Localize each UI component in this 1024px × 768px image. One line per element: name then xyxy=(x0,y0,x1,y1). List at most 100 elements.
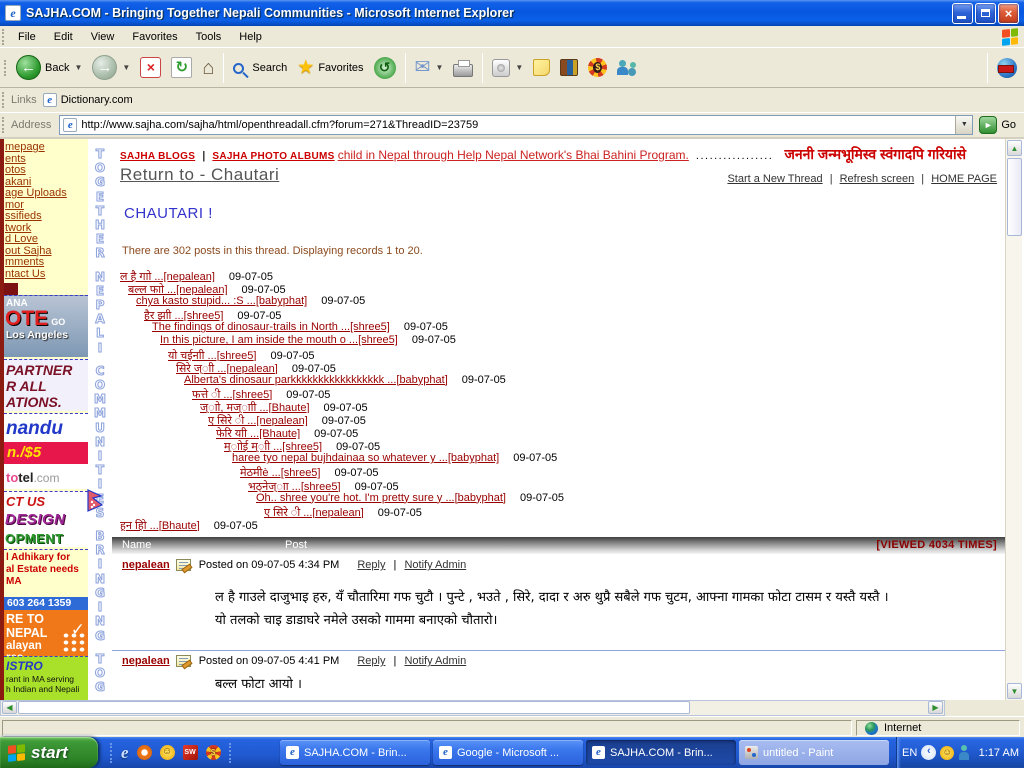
scroll-right-button[interactable]: ▶ xyxy=(928,701,943,714)
thread-link[interactable]: भठ्नेज्ाा ...[shree5] xyxy=(248,481,341,492)
taskbar-task-ie[interactable]: eSAJHA.COM - Brin... xyxy=(280,740,430,765)
quicklaunch-sw-icon[interactable]: SW xyxy=(183,745,198,760)
menu-edit[interactable]: Edit xyxy=(45,29,82,45)
sidebar-link[interactable]: ssifieds xyxy=(5,211,88,223)
thread-link[interactable]: यो चईनाी ...[shree5] xyxy=(168,350,256,361)
sidebar-link[interactable]: mments xyxy=(5,257,88,269)
casino-toolbar-button[interactable] xyxy=(583,55,612,80)
thread-link[interactable]: फत्ते ी ...[shree5] xyxy=(192,389,272,400)
reply-link[interactable]: Reply xyxy=(357,559,385,571)
taskbar-task-ie[interactable]: eSAJHA.COM - Brin... xyxy=(586,740,736,765)
quicklaunch-ie-icon[interactable]: e xyxy=(121,743,129,763)
home-page-link[interactable]: HOME PAGE xyxy=(931,173,997,185)
address-input[interactable]: e http://www.sajha.com/sajha/html/openth… xyxy=(59,115,973,135)
acrobat-button[interactable] xyxy=(992,55,1022,81)
research-button[interactable] xyxy=(555,56,583,79)
notify-admin-link[interactable]: Notify Admin xyxy=(404,559,466,571)
thread-link[interactable]: ज्ाो, मज्ााी ...[Bhaute] xyxy=(200,402,310,413)
ad-kathmandu-hotel[interactable]: nandu n./$5 totel.com xyxy=(4,413,88,489)
print-button[interactable] xyxy=(448,56,478,80)
close-button[interactable]: × xyxy=(998,3,1019,24)
address-dropdown-button[interactable]: ▼ xyxy=(955,116,972,134)
sidebar-link[interactable]: mepage xyxy=(5,142,88,154)
taskbar-task-ie[interactable]: eGoogle - Microsoft ... xyxy=(433,740,583,765)
vertical-scroll-thumb[interactable] xyxy=(1007,158,1022,236)
sajha-photo-albums-link[interactable]: SAJHA PHOTO ALBUMS xyxy=(212,151,334,162)
language-indicator[interactable]: EN xyxy=(902,747,917,759)
restore-button[interactable] xyxy=(975,3,996,24)
ad-bistro-restaurant[interactable]: ISTRO rant in MA serving h Indian and Ne… xyxy=(4,656,88,700)
menu-help[interactable]: Help xyxy=(230,29,271,45)
post-author-link[interactable]: nepalean xyxy=(122,559,170,571)
edit-notes-button[interactable] xyxy=(528,56,555,79)
thread-link[interactable]: The findings of dinosaur-trails in North… xyxy=(152,321,390,333)
quicklaunch-media-icon[interactable] xyxy=(137,745,152,760)
search-button[interactable]: Search xyxy=(228,58,292,77)
sajha-blogs-link[interactable]: SAJHA BLOGS xyxy=(120,151,195,162)
thread-link[interactable]: बल्ल फाो ...[nepalean] xyxy=(128,284,228,295)
ad-web-design[interactable]: CT US DESIGN OPMENT xyxy=(4,491,88,547)
thread-link[interactable]: chya kasto stupid... :S ...[babyphat] xyxy=(136,295,307,307)
thread-link[interactable]: हून हिो ...[Bhaute] xyxy=(120,520,200,531)
thread-link[interactable]: In this picture, I am inside the mouth o… xyxy=(160,334,398,346)
scroll-up-button[interactable]: ▲ xyxy=(1007,140,1022,156)
mail-button[interactable]: ✉ ▼ xyxy=(410,56,449,80)
reply-link[interactable]: Reply xyxy=(357,655,385,667)
media-button[interactable]: ▼ xyxy=(487,56,528,80)
back-button[interactable]: ← Back▼ xyxy=(11,52,87,83)
minimize-button[interactable] xyxy=(952,3,973,24)
go-button[interactable]: ► Go xyxy=(979,116,1016,134)
ad-los-angeles[interactable]: ANA OTE GO Los Angeles xyxy=(4,295,88,357)
stop-button[interactable]: × xyxy=(135,54,166,81)
notify-admin-link[interactable]: Notify Admin xyxy=(404,655,466,667)
thread-link[interactable]: ल है गाो ...[nepalean] xyxy=(120,271,215,282)
home-button[interactable]: ⌂ xyxy=(197,55,219,81)
thread-link[interactable]: Alberta's dinosaur parkkkkkkkkkkkkkkkkk … xyxy=(184,374,448,386)
quicklaunch-casino-icon[interactable]: $ xyxy=(206,745,221,760)
post-author-link[interactable]: nepalean xyxy=(122,655,170,667)
menu-tools[interactable]: Tools xyxy=(187,29,231,45)
ad-fare-to-nepal[interactable]: RE TO NEPAL alayan res 3156 ✓ xyxy=(4,610,88,656)
horizontal-scroll-thumb[interactable] xyxy=(18,701,690,714)
links-item-dictionary[interactable]: Dictionary.com xyxy=(61,94,133,106)
menu-favorites[interactable]: Favorites xyxy=(123,29,186,45)
start-button[interactable]: start xyxy=(0,737,98,768)
start-new-thread-link[interactable]: Start a New Thread xyxy=(727,173,822,185)
return-to-chautari-link[interactable]: Return to - Chautari xyxy=(120,165,279,185)
menu-file[interactable]: File xyxy=(9,29,45,45)
thread-link[interactable]: Oh.. shree you're hot. I'm pretty sure y… xyxy=(256,492,506,504)
ad-partner[interactable]: PARTNER R ALL ATIONS. xyxy=(4,359,88,411)
refresh-button[interactable]: ↻ xyxy=(166,54,197,81)
tray-messenger-icon[interactable] xyxy=(958,745,970,760)
taskbar-task-paint[interactable]: untitled - Paint xyxy=(739,740,889,765)
thread-link[interactable]: फेरि याी ...[Bhaute] xyxy=(216,428,300,439)
tray-collapse-icon[interactable]: ‹ xyxy=(921,745,936,760)
marquee-link[interactable]: child in Nepal through Help Nepal Networ… xyxy=(338,148,689,162)
thread-link[interactable]: सिरे ज्ाी ...[nepalean] xyxy=(176,363,278,374)
thread-link[interactable]: ए सिरे ी ...[nepalean] xyxy=(264,507,364,518)
thread-link[interactable]: मेठमीè ...[shree5] xyxy=(240,467,320,478)
ad-real-estate[interactable]: l Adhikary for al Estate needs MA xyxy=(4,549,88,597)
address-url[interactable]: http://www.sajha.com/sajha/html/openthre… xyxy=(81,119,955,131)
media-dropdown-icon[interactable]: ▼ xyxy=(515,63,523,72)
mail-dropdown-icon[interactable]: ▼ xyxy=(435,63,443,72)
scroll-left-button[interactable]: ◀ xyxy=(2,701,17,714)
thread-link[interactable]: ए सिरे ी ...[nepalean] xyxy=(208,415,308,426)
history-button[interactable]: ↺ xyxy=(369,54,401,82)
sidebar-link[interactable]: d Love xyxy=(5,234,88,246)
sidebar-link[interactable]: ntact Us xyxy=(5,269,88,281)
horizontal-scrollbar[interactable]: ◀ ▶ xyxy=(0,700,945,716)
refresh-screen-link[interactable]: Refresh screen xyxy=(840,173,915,185)
vertical-scrollbar[interactable]: ▲ ▼ xyxy=(1005,139,1022,700)
messenger-button[interactable] xyxy=(612,56,642,80)
back-dropdown-icon[interactable]: ▼ xyxy=(74,63,82,72)
menu-view[interactable]: View xyxy=(82,29,124,45)
tray-smiley-icon[interactable]: ☺ xyxy=(940,746,954,760)
thread-link[interactable]: हैर झाी ...[shree5] xyxy=(144,310,223,321)
forward-button[interactable]: → ▼ xyxy=(87,52,135,83)
quicklaunch-smiley-icon[interactable]: ☺ xyxy=(160,745,175,760)
sidebar-link[interactable]: otos xyxy=(5,165,88,177)
favorites-button[interactable]: ★ Favorites xyxy=(292,56,368,80)
ad-phone-number[interactable]: 603 264 1359 xyxy=(4,597,88,610)
scroll-down-button[interactable]: ▼ xyxy=(1007,683,1022,699)
